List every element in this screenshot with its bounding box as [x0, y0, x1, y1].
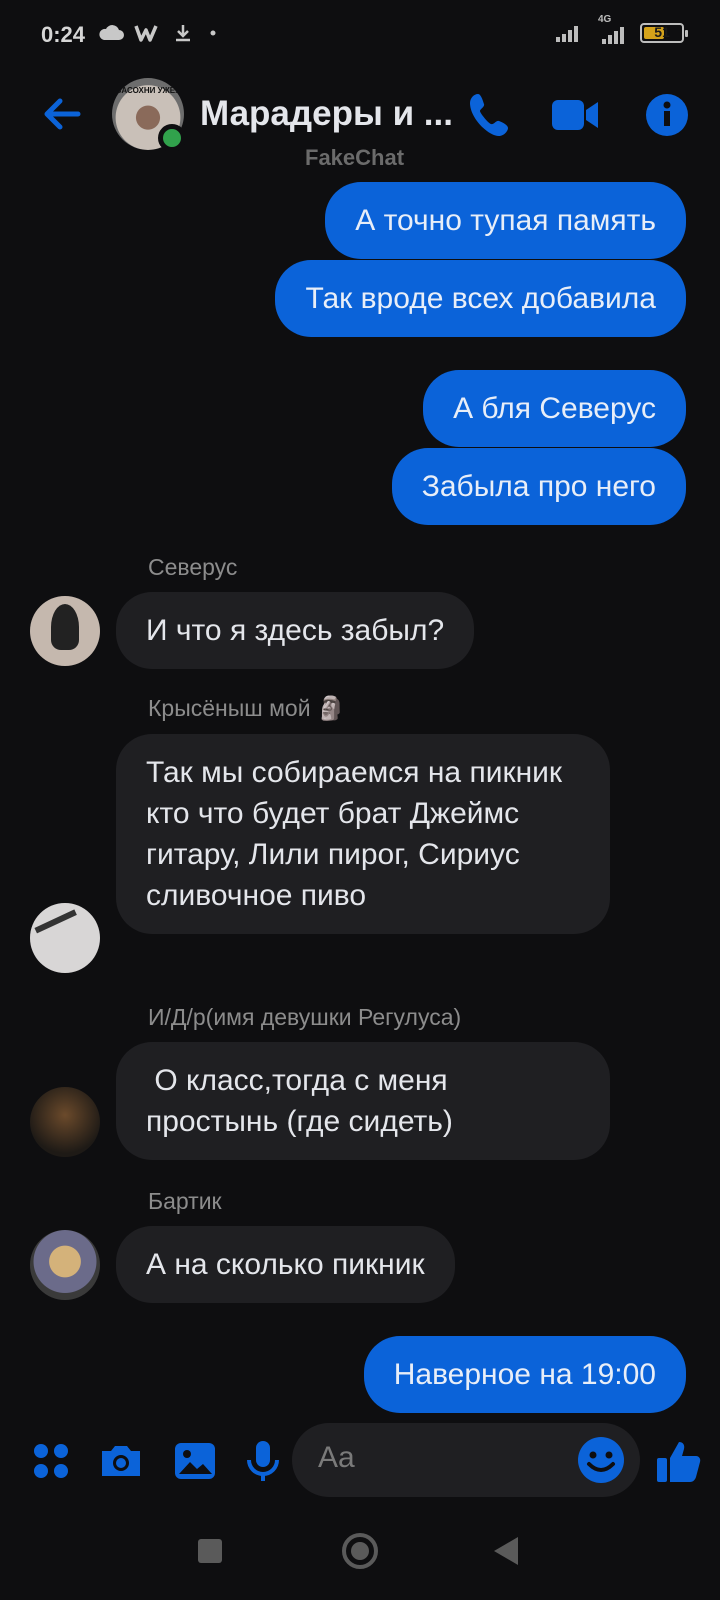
system-navigation-bar [0, 1500, 720, 1600]
chat-header: ЗАСОХНИ УЖЕ.. Марадеры и ... FakeChat [0, 72, 720, 172]
outgoing-message[interactable]: А точно тупая память [325, 182, 686, 259]
sender-avatar[interactable] [30, 596, 100, 666]
outgoing-message[interactable]: Забыла про него [391, 448, 686, 525]
download-icon [176, 25, 190, 42]
outgoing-message[interactable]: А бля Северус [423, 370, 686, 447]
incoming-message[interactable]: О класс,тогда с меня простынь (где сидет… [116, 1042, 610, 1160]
emoji-icon[interactable] [576, 1435, 626, 1485]
sender-avatar[interactable] [30, 1087, 100, 1157]
back-button[interactable] [494, 1537, 518, 1565]
back-arrow-icon[interactable] [38, 90, 86, 138]
sender-name: И/Д/р(имя девушки Регулуса) [148, 1004, 462, 1030]
w-app-icon [134, 25, 158, 42]
watermark-label: FakeChat [305, 145, 405, 170]
signal-icon [556, 26, 578, 42]
cloud-icon [99, 25, 124, 40]
incoming-message[interactable]: Так мы собираемся на пикник кто что буде… [116, 734, 610, 934]
sender-avatar[interactable] [30, 1230, 100, 1300]
notification-icons [98, 20, 222, 46]
signal-4g-icon: 4G [592, 14, 632, 46]
outgoing-message[interactable]: Наверное на 19:00 [363, 1336, 686, 1413]
incoming-message[interactable]: А на сколько пикник [116, 1226, 455, 1303]
video-call-icon[interactable] [548, 90, 602, 140]
system-icons: 4G 51 [554, 14, 688, 46]
incoming-message[interactable]: И что я здесь забыл? [116, 592, 475, 669]
battery-level: 51 [654, 24, 670, 40]
outgoing-message[interactable]: Так вроде всех добавила [275, 260, 686, 337]
sender-name: Северус [148, 554, 238, 580]
status-bar: 0:24 4G 51 [0, 0, 720, 70]
home-button[interactable] [342, 1533, 378, 1569]
sender-name: Крысёныш мой 🗿 [148, 695, 346, 721]
online-status-dot [158, 124, 186, 152]
message-input[interactable]: Aa [292, 1423, 640, 1497]
thumbs-up-icon[interactable] [654, 1436, 704, 1486]
phone-call-icon[interactable] [464, 90, 518, 140]
apps-icon[interactable] [26, 1436, 76, 1486]
chat-title[interactable]: Марадеры и ... [200, 94, 460, 134]
dot-icon [210, 30, 216, 36]
message-composer: Aa [0, 1418, 720, 1508]
status-time: 0:24 [41, 22, 86, 47]
battery-icon: 51 [640, 23, 688, 43]
sender-avatar[interactable] [30, 903, 100, 973]
message-input-placeholder: Aa [318, 1441, 355, 1474]
info-icon[interactable] [644, 90, 698, 140]
recent-apps-button[interactable] [198, 1539, 222, 1563]
sender-name: Бартик [148, 1188, 222, 1214]
messenger-chat-screen: 0:24 4G 51 ЗАСОХНИ УЖЕ.. Марадеры и ... … [0, 0, 720, 1600]
microphone-icon[interactable] [238, 1436, 288, 1486]
camera-icon[interactable] [96, 1436, 146, 1486]
gallery-icon[interactable] [170, 1436, 220, 1486]
avatar-caption: ЗАСОХНИ УЖЕ.. [116, 86, 180, 95]
